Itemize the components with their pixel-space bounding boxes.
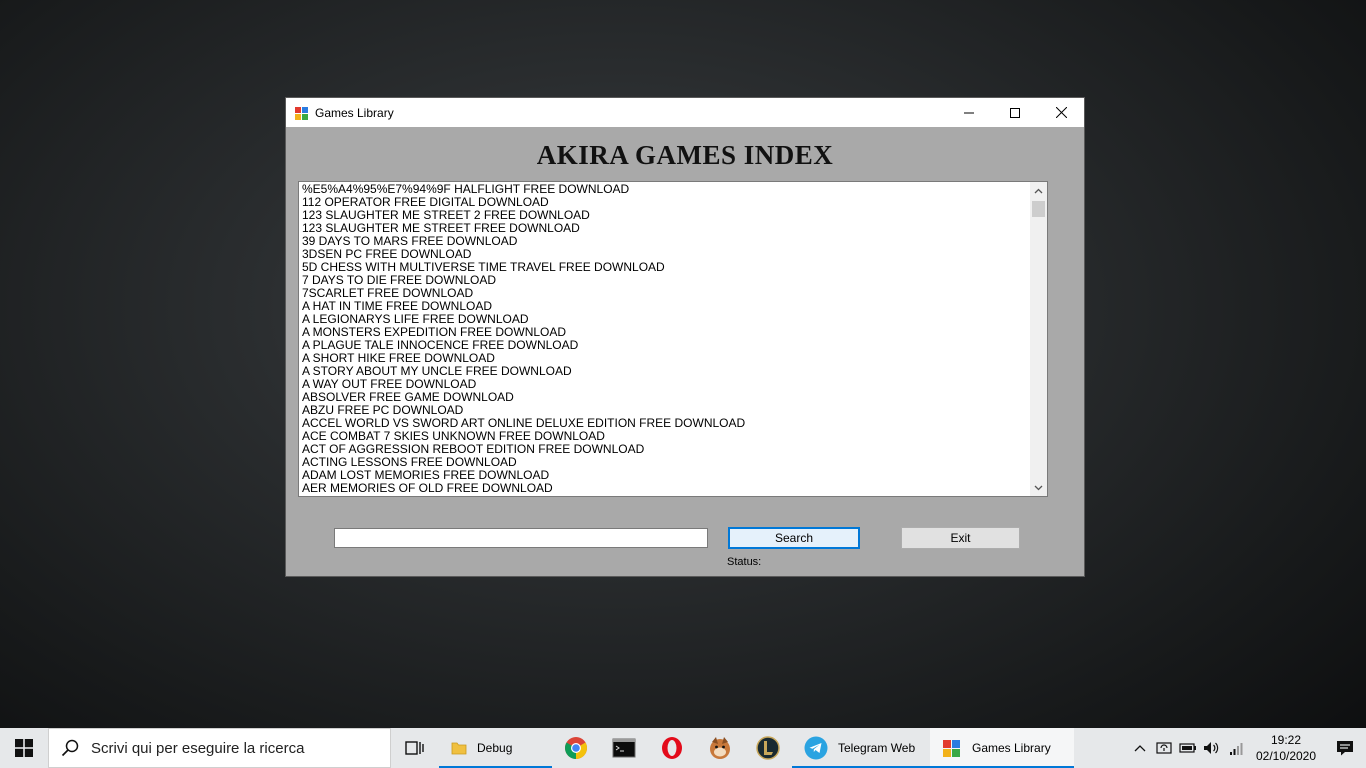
taskbar: Scrivi qui per eseguire la ricerca Debug <box>0 728 1366 768</box>
taskbar-app-label: Debug <box>477 741 513 755</box>
telegram-icon <box>804 736 828 760</box>
taskbar-app-label: Games Library <box>972 741 1051 755</box>
league-icon <box>756 736 780 760</box>
mascot-app-icon <box>710 737 730 759</box>
minimize-icon <box>964 112 974 113</box>
taskbar-chrome[interactable] <box>552 728 600 768</box>
chevron-up-icon <box>1034 188 1043 193</box>
chevron-up-icon <box>1134 745 1146 752</box>
action-center-button[interactable] <box>1324 728 1366 768</box>
clock-time: 19:22 <box>1270 733 1302 747</box>
window-title: Games Library <box>315 105 394 120</box>
system-clock[interactable]: 19:22 02/10/2020 <box>1248 732 1324 764</box>
terminal-icon <box>612 738 636 758</box>
battery-icon <box>1179 743 1196 753</box>
search-icon <box>61 739 79 757</box>
battery-status[interactable] <box>1176 728 1200 768</box>
network-status[interactable] <box>1224 728 1248 768</box>
scroll-down-button[interactable] <box>1030 479 1047 496</box>
folder-icon <box>451 742 467 755</box>
clock-date: 02/10/2020 <box>1255 749 1317 763</box>
taskbar-league[interactable] <box>744 728 792 768</box>
system-tray: 19:22 02/10/2020 <box>1128 728 1366 768</box>
tray-app-icon[interactable] <box>1152 728 1176 768</box>
vertical-scrollbar[interactable] <box>1030 182 1047 496</box>
maximize-icon <box>1010 107 1020 118</box>
games-library-window: Games Library AKIRA GAMES INDEX %E5%A4%9… <box>285 97 1085 577</box>
taskbar-opera[interactable] <box>648 728 696 768</box>
taskbar-app-label: Telegram Web <box>838 741 916 755</box>
start-button[interactable] <box>0 728 48 768</box>
games-library-icon <box>943 740 960 757</box>
games-listbox[interactable]: %E5%A4%95%E7%94%9F HALFLIGHT FREE DOWNLO… <box>298 181 1048 497</box>
games-list: %E5%A4%95%E7%94%9F HALFLIGHT FREE DOWNLO… <box>302 183 1027 495</box>
app-icon <box>294 105 310 121</box>
chrome-icon <box>565 737 587 759</box>
speaker-icon <box>1204 742 1219 754</box>
chevron-down-icon <box>1034 485 1043 490</box>
task-view-button[interactable] <box>391 728 439 768</box>
search-button[interactable]: Search <box>728 527 860 549</box>
exit-button[interactable]: Exit <box>901 527 1020 549</box>
window-controls <box>946 98 1084 127</box>
task-view-icon <box>405 741 424 755</box>
taskbar-app-games-library[interactable]: Games Library <box>930 728 1074 768</box>
taskbar-search-placeholder: Scrivi qui per eseguire la ricerca <box>91 739 305 757</box>
status-label: Status: <box>727 556 762 568</box>
windows-logo-icon <box>15 739 33 757</box>
scroll-up-button[interactable] <box>1030 182 1047 199</box>
sync-tray-icon <box>1156 742 1172 754</box>
scrollbar-thumb[interactable] <box>1032 201 1045 217</box>
volume-control[interactable] <box>1200 728 1224 768</box>
list-item[interactable]: AER MEMORIES OF OLD FREE DOWNLOAD <box>302 482 1027 495</box>
close-button[interactable] <box>1038 98 1084 127</box>
maximize-button[interactable] <box>992 98 1038 127</box>
tray-overflow-button[interactable] <box>1128 728 1152 768</box>
taskbar-app-mascot[interactable] <box>696 728 744 768</box>
taskbar-terminal[interactable] <box>600 728 648 768</box>
taskbar-app-telegram[interactable]: Telegram Web <box>792 728 930 768</box>
notification-icon <box>1337 741 1353 756</box>
minimize-button[interactable] <box>946 98 992 127</box>
taskbar-app-debug[interactable]: Debug <box>439 728 552 768</box>
wifi-signal-icon <box>1230 743 1243 755</box>
taskbar-search-box[interactable]: Scrivi qui per eseguire la ricerca <box>48 728 391 768</box>
close-icon <box>1055 107 1067 118</box>
page-title: AKIRA GAMES INDEX <box>536 140 834 170</box>
title-bar[interactable]: Games Library <box>286 98 1084 127</box>
opera-icon <box>662 737 682 759</box>
search-input[interactable] <box>334 528 708 548</box>
